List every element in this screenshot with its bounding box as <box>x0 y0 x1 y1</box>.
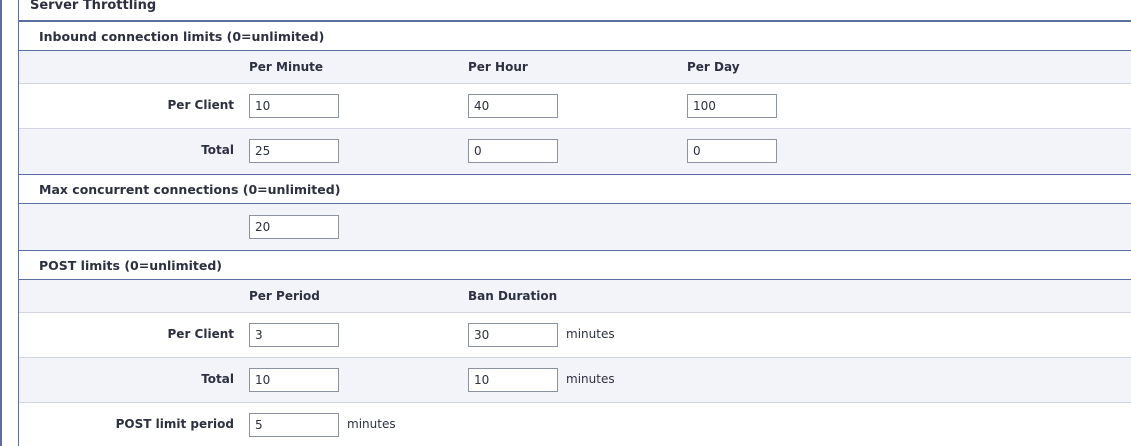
post-row-per-client: Per Client minutes <box>19 313 1131 358</box>
post-total-ban-unit: minutes <box>566 372 615 386</box>
col-per-period: Per Period <box>249 289 320 303</box>
inbound-per-client-per-minute-input[interactable] <box>249 94 339 118</box>
max-concurrent-input[interactable] <box>249 215 339 239</box>
post-total-period-input[interactable] <box>249 368 339 392</box>
inbound-per-client-per-hour-input[interactable] <box>468 94 558 118</box>
inbound-limits-heading: Inbound connection limits (0=unlimited) <box>39 29 325 44</box>
col-per-minute: Per Minute <box>249 60 324 74</box>
inbound-per-client-per-day-input[interactable] <box>687 94 777 118</box>
post-row-label-total: Total <box>201 372 234 386</box>
concurrent-header: Max concurrent connections (0=unlimited) <box>19 174 1131 204</box>
post-limits-heading: POST limits (0=unlimited) <box>39 258 222 273</box>
post-limit-period-unit: minutes <box>347 417 396 431</box>
inbound-total-per-day-input[interactable] <box>687 139 777 163</box>
post-limits-header: POST limits (0=unlimited) <box>19 250 1131 280</box>
section-header-strip <box>19 0 1131 21</box>
post-per-client-ban-unit: minutes <box>566 327 615 341</box>
inbound-total-per-hour-input[interactable] <box>468 139 558 163</box>
row-label-per-client: Per Client <box>167 98 234 112</box>
col-ban-duration: Ban Duration <box>468 289 558 303</box>
concurrent-heading: Max concurrent connections (0=unlimited) <box>39 182 341 197</box>
inbound-row-total: Total <box>19 129 1131 174</box>
row-label-total: Total <box>201 143 234 157</box>
inbound-column-headers: Per Minute Per Hour Per Day <box>19 51 1131 84</box>
post-total-ban-input[interactable] <box>468 368 558 392</box>
post-limit-period-row: POST limit period minutes <box>19 403 1131 446</box>
concurrent-row <box>19 204 1131 250</box>
post-limit-period-input[interactable] <box>249 413 339 437</box>
col-per-day: Per Day <box>687 60 740 74</box>
section-title: Server Throttling <box>30 0 157 13</box>
post-limit-period-label: POST limit period <box>115 417 234 431</box>
inbound-row-per-client: Per Client <box>19 84 1131 129</box>
post-per-client-ban-input[interactable] <box>468 323 558 347</box>
post-row-label-per-client: Per Client <box>167 327 234 341</box>
post-column-headers: Per Period Ban Duration <box>19 280 1131 313</box>
post-row-total: Total minutes <box>19 358 1131 403</box>
post-per-client-period-input[interactable] <box>249 323 339 347</box>
col-per-hour: Per Hour <box>468 60 528 74</box>
inbound-limits-header: Inbound connection limits (0=unlimited) <box>19 21 1131 51</box>
inbound-total-per-minute-input[interactable] <box>249 139 339 163</box>
